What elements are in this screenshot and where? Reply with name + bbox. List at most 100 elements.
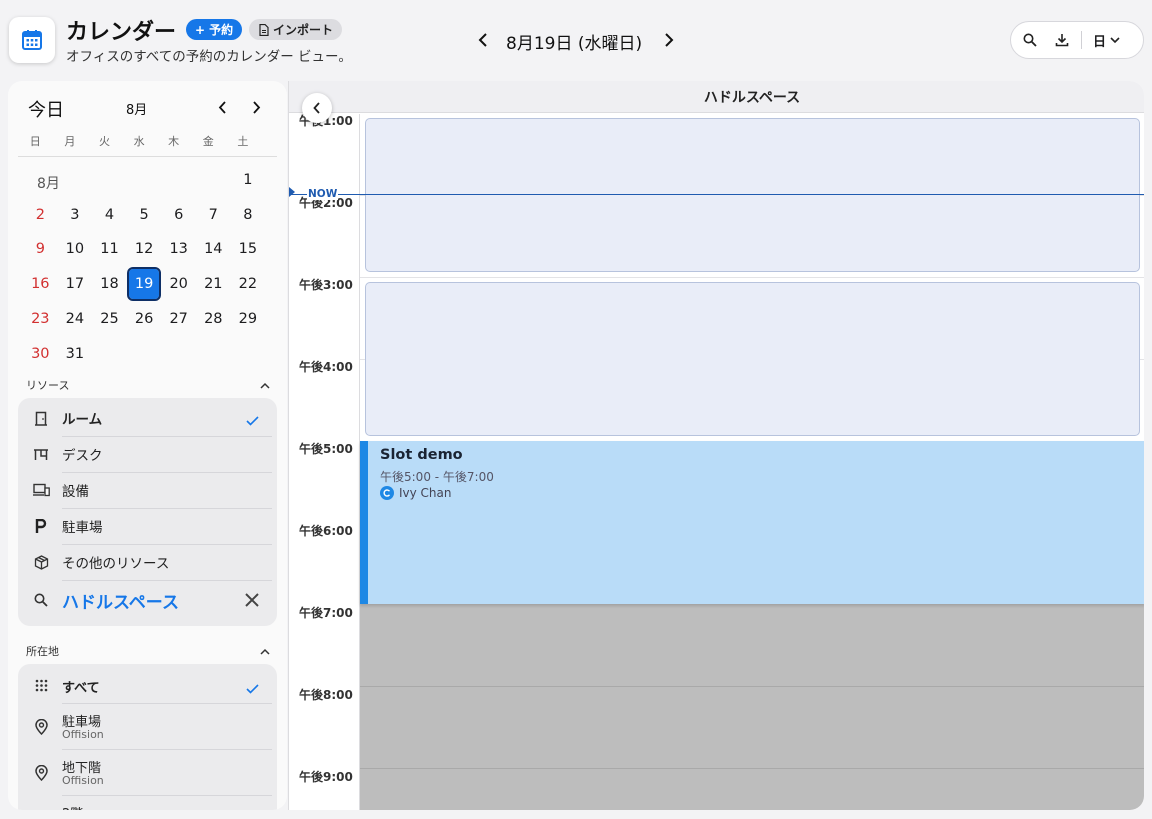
resource-item-label: 駐車場 (62, 520, 103, 536)
close-icon (245, 593, 259, 607)
calendar-day[interactable]: 24 (60, 304, 90, 334)
calendar-day[interactable]: 11 (95, 234, 125, 264)
search-icon (32, 591, 50, 609)
event-time: 午後5:00 - 午後7:00 (380, 470, 494, 484)
chevron-left-icon (218, 100, 226, 114)
clear-search-button[interactable] (242, 590, 262, 610)
now-indicator-label: NOW (307, 188, 339, 200)
resource-item-label: ルーム (62, 412, 103, 428)
event-organizer-name: Ivy Chan (399, 486, 452, 500)
collapse-sidebar-button[interactable] (302, 93, 332, 123)
event-card[interactable]: Slot demo 午後5:00 - 午後7:00 Ivy Chan (360, 441, 1144, 604)
calendar-day[interactable]: 21 (198, 269, 228, 299)
calendar-day[interactable]: 26 (129, 304, 159, 334)
calendar-day[interactable]: 29 (233, 304, 263, 334)
next-month-button[interactable] (246, 97, 266, 117)
view-select[interactable]: 日 (1085, 31, 1120, 50)
page-title: カレンダー (66, 20, 177, 45)
location-item-2f[interactable]: 2階 (18, 796, 277, 810)
import-button[interactable]: インポート (249, 19, 343, 40)
download-button[interactable] (1046, 22, 1078, 58)
calendar-day[interactable]: 16 (25, 269, 55, 299)
door-icon (32, 409, 50, 427)
calendar-day[interactable]: 18 (95, 269, 125, 299)
resource-item-label: 設備 (62, 484, 89, 500)
resource-item-parking[interactable]: 駐車場 (18, 508, 277, 544)
time-label: 午後7:00 (299, 606, 353, 620)
previous-day-button[interactable] (471, 28, 495, 52)
resource-column-header: ハドルスペース (289, 81, 1144, 113)
check-icon (246, 679, 259, 698)
calendar-day[interactable]: 10 (60, 234, 90, 264)
location-item-label: 2階 (62, 803, 83, 810)
view-select-value: 日 (1093, 34, 1107, 50)
calendar-day[interactable]: 6 (164, 200, 194, 230)
calendar-day[interactable]: 22 (233, 269, 263, 299)
calendar-day[interactable]: 14 (198, 234, 228, 264)
resource-search-value[interactable]: ハドルスペース (62, 588, 179, 613)
location-item-parking[interactable]: 駐車場 Offision (18, 704, 277, 750)
location-filter-list: すべて 駐車場 Offision 地下階 Offision 2階 (18, 664, 277, 810)
calendar-day[interactable]: 25 (95, 304, 125, 334)
calendar-day[interactable]: 31 (60, 339, 90, 369)
today-button[interactable]: 今日 (28, 96, 64, 122)
devices-icon (32, 481, 50, 499)
reserve-button-label: 予約 (209, 23, 234, 37)
calendar-day[interactable]: 3 (60, 200, 90, 230)
page-subtitle: オフィスのすべての予約のカレンダー ビュー。 (66, 49, 352, 65)
calendar-day-selected[interactable]: 19 (127, 267, 162, 302)
calendar-day[interactable]: 28 (198, 304, 228, 334)
calendar-day[interactable]: 20 (164, 269, 194, 299)
calendar-day[interactable]: 7 (198, 200, 228, 230)
unavailable-slot[interactable] (365, 118, 1140, 272)
calendar-day[interactable]: 15 (233, 234, 263, 264)
hour-line (360, 768, 1144, 769)
weekday-label: 火 (98, 135, 110, 148)
resource-search-field[interactable]: ハドルスペース (18, 582, 277, 618)
location-pin-icon (32, 718, 50, 736)
after-hours-area (360, 604, 1144, 810)
location-item-all[interactable]: すべて (18, 664, 277, 704)
grid-dots-icon (32, 676, 50, 694)
weekday-label: 金 (202, 135, 214, 148)
calendar-day[interactable]: 5 (129, 200, 159, 230)
chevron-down-icon (1110, 36, 1120, 43)
chevron-right-icon (252, 100, 260, 114)
locations-section-header[interactable]: 所在地 (26, 642, 270, 660)
resource-item-desk[interactable]: デスク (18, 436, 277, 472)
resource-item-room[interactable]: ルーム (18, 400, 277, 436)
reserve-button[interactable]: + 予約 (186, 19, 243, 40)
calendar-day[interactable]: 9 (25, 234, 55, 264)
next-day-button[interactable] (657, 28, 681, 52)
event-title: Slot demo (380, 447, 463, 463)
mini-calendar-month: 8月 (126, 103, 148, 118)
location-item-basement[interactable]: 地下階 Offision (18, 750, 277, 796)
time-grid[interactable]: Slot demo 午後5:00 - 午後7:00 Ivy Chan (360, 114, 1144, 810)
calendar-day[interactable]: 13 (164, 234, 194, 264)
time-label: 午後4:00 (299, 360, 353, 374)
chevron-up-icon (260, 382, 270, 389)
calendar-day[interactable]: 8 (233, 200, 263, 230)
calendar-day[interactable]: 12 (129, 234, 159, 264)
search-button[interactable] (1014, 22, 1046, 58)
calendar-day[interactable]: 4 (95, 200, 125, 230)
weekday-label: 月 (64, 135, 76, 148)
chevron-left-icon (313, 102, 320, 114)
resource-item-label: デスク (62, 448, 103, 464)
time-label: 午後6:00 (299, 524, 353, 538)
resource-item-other[interactable]: その他のリソース (18, 544, 277, 580)
calendar-day[interactable]: 23 (25, 304, 55, 334)
calendar-day[interactable]: 27 (164, 304, 194, 334)
resource-item-equipment[interactable]: 設備 (18, 472, 277, 508)
unavailable-slot[interactable] (365, 282, 1140, 436)
plus-icon: + (195, 22, 206, 37)
calendar-day[interactable]: 2 (25, 200, 55, 230)
weekday-header: 日 月 火 水 木 金 土 (18, 133, 277, 157)
calendar-day[interactable]: 30 (25, 339, 55, 369)
resources-section-header[interactable]: リソース (26, 376, 270, 394)
toolbar-divider (1081, 31, 1082, 49)
previous-month-button[interactable] (212, 97, 232, 117)
calendar-day[interactable]: 1 (233, 165, 263, 195)
calendar-day[interactable]: 17 (60, 269, 90, 299)
file-icon (259, 23, 269, 36)
